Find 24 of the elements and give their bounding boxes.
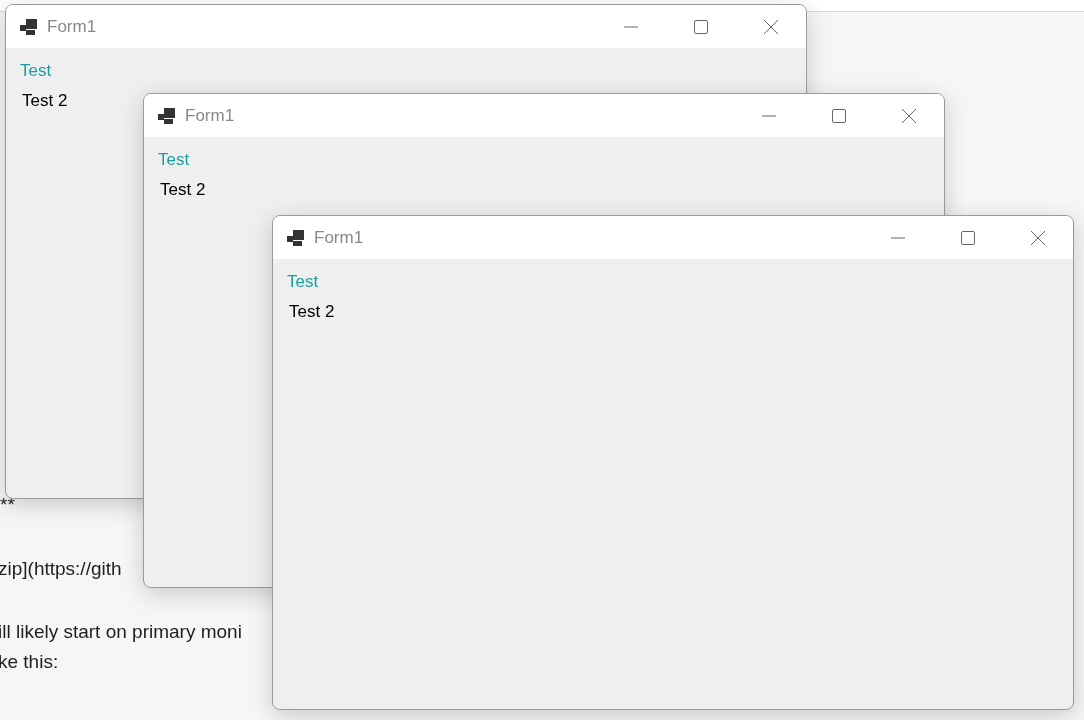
form-label: Test bbox=[158, 149, 190, 171]
maximize-icon bbox=[693, 18, 709, 35]
close-icon bbox=[763, 18, 779, 35]
window-title: Form1 bbox=[185, 105, 235, 126]
form-label: Test bbox=[287, 271, 319, 293]
window-title: Form1 bbox=[47, 16, 97, 37]
form-label: Test 2 bbox=[160, 179, 206, 201]
minimize-icon bbox=[891, 236, 905, 239]
window-title: Form1 bbox=[314, 227, 364, 248]
page-text: ke this: bbox=[0, 650, 59, 674]
minimize-icon bbox=[762, 114, 776, 117]
form-label: Test bbox=[20, 60, 52, 82]
page-text: ** bbox=[0, 493, 15, 517]
app-icon bbox=[287, 229, 304, 246]
app-icon bbox=[20, 18, 37, 35]
close-icon bbox=[1030, 229, 1046, 246]
form-label: Test 2 bbox=[22, 90, 68, 112]
maximize-icon bbox=[831, 107, 847, 124]
close-icon bbox=[901, 107, 917, 124]
form-label: Test 2 bbox=[289, 301, 335, 323]
app-icon bbox=[158, 107, 175, 124]
minimize-icon bbox=[624, 25, 638, 28]
maximize-icon bbox=[960, 229, 976, 246]
page-text: ill likely start on primary moni bbox=[0, 620, 242, 644]
